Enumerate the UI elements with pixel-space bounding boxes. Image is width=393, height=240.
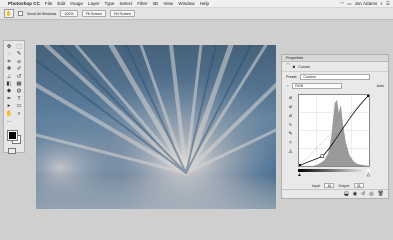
menu-file[interactable]: File xyxy=(45,1,52,6)
document-canvas[interactable] xyxy=(36,45,276,209)
mask-icon[interactable]: ◙ xyxy=(293,65,295,69)
options-bar: ✋ Scroll All Windows 100% Fit Screen Fil… xyxy=(0,8,393,20)
list-icon[interactable]: ☰ xyxy=(386,1,390,7)
scroll-all-checkbox[interactable] xyxy=(18,11,23,16)
input-output-row: Input: 84 Output: 35 xyxy=(312,183,364,188)
white-point-eyedropper-icon[interactable]: ⌀ xyxy=(289,113,292,119)
history-brush-tool-icon[interactable]: ↺ xyxy=(14,74,24,81)
path-select-tool-icon[interactable]: ▸ xyxy=(4,103,14,110)
scroll-all-label: Scroll All Windows xyxy=(27,11,57,16)
panel-footer: ⬓ ◉ ↺ ◎ 🗑 xyxy=(282,189,388,198)
auto-button[interactable]: Auto xyxy=(377,84,384,88)
point-curve-icon[interactable]: ∿ xyxy=(288,122,292,128)
shape-tool-icon[interactable]: ▭ xyxy=(14,103,24,110)
panel-title[interactable]: Properties xyxy=(282,55,388,62)
curves-icon: ⌒ xyxy=(286,64,290,68)
gray-point-eyedropper-icon[interactable]: ⌀ xyxy=(289,104,292,110)
app-menu[interactable]: Photoshop CC xyxy=(8,1,40,6)
search-icon[interactable]: ⌕ xyxy=(380,1,383,6)
target-adjust-icon[interactable]: ☜ xyxy=(286,84,289,88)
menu-window[interactable]: Window xyxy=(178,1,194,6)
properties-panel: Properties ⌒ ◙ Curves Preset: Custom ☜ R… xyxy=(281,54,389,199)
hand-tool-icon[interactable]: ✋ xyxy=(4,9,14,18)
input-gradient-bar xyxy=(298,169,370,172)
black-point-eyedropper-icon[interactable]: ⌀ xyxy=(289,95,292,101)
fit-screen-button[interactable]: Fit Screen xyxy=(81,10,106,17)
eraser-tool-icon[interactable]: ◧ xyxy=(4,81,14,88)
input-field[interactable]: 84 xyxy=(324,183,335,188)
clip-to-layer-icon[interactable]: ⬓ xyxy=(344,191,349,197)
preset-row: Preset: Custom xyxy=(282,72,388,81)
output-label: Output: xyxy=(338,183,350,188)
move-tool-icon[interactable]: ✥ xyxy=(4,44,14,51)
reset-icon[interactable]: ↺ xyxy=(361,191,365,197)
curve-tools: ⌀ ⌀ ⌀ ∿ ✎ ≈ ⚠ xyxy=(286,95,295,155)
preset-value: Custom xyxy=(303,74,316,79)
gradient-tool-icon[interactable]: ▦ xyxy=(14,81,24,88)
white-slider-handle[interactable]: ▲ xyxy=(366,172,371,178)
blur-tool-icon[interactable]: ◆ xyxy=(4,88,14,95)
quick-select-tool-icon[interactable]: ✎ xyxy=(14,51,24,58)
curves-graph[interactable] xyxy=(298,94,370,167)
hand-tool-icon[interactable]: ✋ xyxy=(4,111,14,118)
channel-value: RGB xyxy=(295,83,304,88)
clipping-warning-icon[interactable]: ⚠ xyxy=(288,149,292,155)
pencil-curve-icon[interactable]: ✎ xyxy=(288,131,292,137)
stamp-tool-icon[interactable]: ⊥ xyxy=(4,74,14,81)
preset-label: Preset: xyxy=(286,74,298,79)
smooth-curve-icon[interactable]: ≈ xyxy=(289,140,292,146)
type-tool-icon[interactable]: T xyxy=(14,96,24,103)
user-name[interactable]: Jon Adams xyxy=(355,1,378,6)
channel-row: ☜ RGB Auto xyxy=(282,81,388,90)
status-menus: ◠ ▭ Jon Adams ⌕ ☰ xyxy=(340,1,393,7)
dodge-tool-icon[interactable]: ◍ xyxy=(14,88,24,95)
battery-icon[interactable]: ▭ xyxy=(347,1,351,7)
curve-endpoint-black xyxy=(299,164,301,166)
adjustment-header: ⌒ ◙ Curves xyxy=(282,62,388,72)
wifi-icon[interactable]: ◠ xyxy=(340,1,344,7)
healing-tool-icon[interactable]: ✚ xyxy=(4,66,14,73)
channel-select[interactable]: RGB xyxy=(292,82,343,89)
lasso-tool-icon[interactable]: ◌ xyxy=(4,51,14,58)
black-slider-handle[interactable]: ▲ xyxy=(297,173,302,178)
visibility-icon[interactable]: ◎ xyxy=(369,191,373,197)
menu-layer[interactable]: Layer xyxy=(88,1,100,6)
menu-image[interactable]: Image xyxy=(70,1,83,6)
menu-select[interactable]: Select xyxy=(119,1,132,6)
menu-bar: Photoshop CC File Edit Image Layer Type … xyxy=(0,0,393,8)
zoom-100-button[interactable]: 100% xyxy=(60,10,78,17)
fill-screen-button[interactable]: Fill Screen xyxy=(109,10,135,17)
curve-endpoint-white xyxy=(367,95,369,97)
quick-mask-icon[interactable] xyxy=(8,148,16,154)
input-label: Input: xyxy=(312,183,321,188)
menu-type[interactable]: Type xyxy=(105,1,115,6)
curve-point xyxy=(320,154,325,158)
menu-help[interactable]: Help xyxy=(200,1,209,6)
foreground-color-swatch[interactable] xyxy=(7,130,18,141)
preset-select[interactable]: Custom xyxy=(300,73,371,80)
delete-icon[interactable]: 🗑 xyxy=(378,191,384,197)
sky-photo xyxy=(36,45,276,209)
view-previous-icon[interactable]: ◉ xyxy=(353,191,357,197)
more-tools-icon[interactable]: … xyxy=(4,118,14,125)
menu-edit[interactable]: Edit xyxy=(57,1,65,6)
menu-3d[interactable]: 3D xyxy=(152,1,158,6)
menu-filter[interactable]: Filter xyxy=(137,1,147,6)
adjustment-name: Curves xyxy=(298,64,311,69)
brush-tool-icon[interactable]: ✐ xyxy=(14,66,24,73)
menu-view[interactable]: View xyxy=(163,1,173,6)
output-field[interactable]: 35 xyxy=(353,183,364,188)
pen-tool-icon[interactable]: ✒ xyxy=(4,96,14,103)
zoom-tool-icon[interactable]: ⌕ xyxy=(14,111,24,118)
